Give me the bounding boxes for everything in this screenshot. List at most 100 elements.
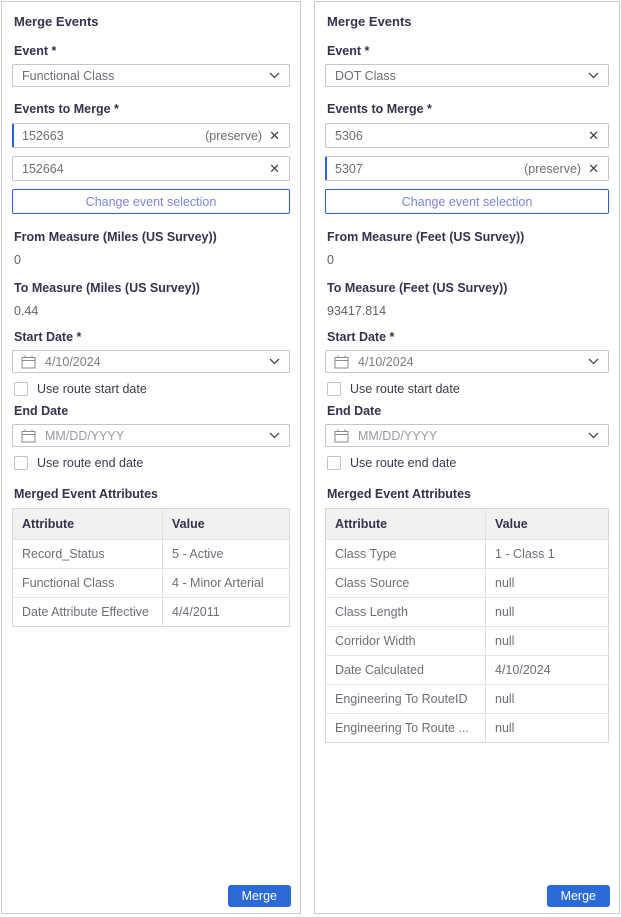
checkbox-icon[interactable]	[327, 382, 341, 396]
start-date-label: Start Date *	[327, 330, 609, 344]
value-cell: null	[486, 685, 609, 714]
chevron-down-icon	[588, 432, 599, 439]
start-date-field[interactable]: 4/10/2024	[12, 350, 290, 373]
to-measure-value: 93417.814	[327, 304, 609, 318]
events-to-merge-label: Events to Merge *	[14, 102, 290, 116]
end-date-placeholder: MM/DD/YYYY	[358, 429, 588, 443]
value-cell: null	[486, 627, 609, 656]
merged-event-attributes-table: Attribute Value Class Type 1 - Class 1 C…	[325, 508, 609, 743]
events-to-merge-label: Events to Merge *	[327, 102, 609, 116]
attribute-cell: Functional Class	[13, 569, 163, 598]
value-cell: null	[486, 598, 609, 627]
change-event-selection-button[interactable]: Change event selection	[325, 189, 609, 214]
value-cell: 4 - Minor Arterial	[163, 569, 290, 598]
use-route-end-date-label: Use route end date	[37, 456, 143, 470]
panel-title: Merge Events	[14, 14, 290, 29]
table-row: Class Source null	[326, 569, 609, 598]
merge-events-panel-right: Merge Events Event * DOT Class Events to…	[314, 1, 620, 914]
table-row: Class Type 1 - Class 1	[326, 540, 609, 569]
end-date-field[interactable]: MM/DD/YYYY	[12, 424, 290, 447]
to-measure-value: 0.44	[14, 304, 290, 318]
table-row: Date Attribute Effective 4/4/2011	[13, 598, 290, 627]
use-route-start-date-label: Use route start date	[37, 382, 147, 396]
value-column-header: Value	[486, 509, 609, 540]
checkbox-icon[interactable]	[14, 456, 28, 470]
attribute-cell: Class Length	[326, 598, 486, 627]
table-header-row: Attribute Value	[13, 509, 290, 540]
event-select-value: Functional Class	[22, 69, 114, 83]
event-to-merge-input[interactable]: 152664 ✕	[12, 156, 290, 181]
end-date-label: End Date	[14, 404, 290, 418]
preserve-tag: (preserve)	[205, 129, 262, 143]
event-id: 152663	[22, 129, 205, 143]
attribute-cell: Class Type	[326, 540, 486, 569]
attribute-column-header: Attribute	[13, 509, 163, 540]
value-cell: null	[486, 714, 609, 743]
use-route-start-date-checkbox[interactable]: Use route start date	[327, 382, 609, 396]
table-row: Record_Status 5 - Active	[13, 540, 290, 569]
start-date-value: 4/10/2024	[45, 355, 269, 369]
value-cell: 4/10/2024	[486, 656, 609, 685]
event-id: 152664	[22, 162, 269, 176]
change-event-selection-button[interactable]: Change event selection	[12, 189, 290, 214]
merge-button[interactable]: Merge	[547, 885, 610, 907]
value-column-header: Value	[163, 509, 290, 540]
merged-event-attributes-table: Attribute Value Record_Status 5 - Active…	[12, 508, 290, 627]
value-cell: null	[486, 569, 609, 598]
use-route-end-date-checkbox[interactable]: Use route end date	[14, 456, 290, 470]
value-cell: 1 - Class 1	[486, 540, 609, 569]
event-select-value: DOT Class	[335, 69, 396, 83]
event-select[interactable]: DOT Class	[325, 64, 609, 87]
close-icon[interactable]: ✕	[269, 129, 280, 142]
start-date-field[interactable]: 4/10/2024	[325, 350, 609, 373]
event-to-merge-input[interactable]: 152663 (preserve) ✕	[12, 123, 290, 148]
chevron-down-icon	[269, 432, 280, 439]
close-icon[interactable]: ✕	[588, 129, 599, 142]
merge-events-panel-left: Merge Events Event * Functional Class Ev…	[1, 1, 301, 914]
event-to-merge-input[interactable]: 5306 ✕	[325, 123, 609, 148]
attribute-column-header: Attribute	[326, 509, 486, 540]
use-route-end-date-checkbox[interactable]: Use route end date	[327, 456, 609, 470]
use-route-start-date-checkbox[interactable]: Use route start date	[14, 382, 290, 396]
event-to-merge-input[interactable]: 5307 (preserve) ✕	[325, 156, 609, 181]
close-icon[interactable]: ✕	[588, 162, 599, 175]
chevron-down-icon	[269, 358, 280, 365]
value-cell: 5 - Active	[163, 540, 290, 569]
calendar-icon	[21, 355, 36, 369]
end-date-label: End Date	[327, 404, 609, 418]
attribute-cell: Engineering To Route ...	[326, 714, 486, 743]
chevron-down-icon	[588, 358, 599, 365]
to-measure-label: To Measure (Feet (US Survey))	[327, 281, 609, 295]
attribute-cell: Record_Status	[13, 540, 163, 569]
end-date-placeholder: MM/DD/YYYY	[45, 429, 269, 443]
from-measure-value: 0	[14, 253, 290, 267]
table-row: Date Calculated 4/10/2024	[326, 656, 609, 685]
event-id: 5307	[335, 162, 524, 176]
chevron-down-icon	[269, 72, 280, 79]
merge-button[interactable]: Merge	[228, 885, 291, 907]
use-route-end-date-label: Use route end date	[350, 456, 456, 470]
checkbox-icon[interactable]	[14, 382, 28, 396]
merged-event-attributes-title: Merged Event Attributes	[14, 487, 290, 501]
table-header-row: Attribute Value	[326, 509, 609, 540]
attribute-cell: Date Calculated	[326, 656, 486, 685]
value-cell: 4/4/2011	[163, 598, 290, 627]
use-route-start-date-label: Use route start date	[350, 382, 460, 396]
event-select[interactable]: Functional Class	[12, 64, 290, 87]
merge-events-workspace: Merge Events Event * Functional Class Ev…	[0, 0, 621, 915]
table-row: Corridor Width null	[326, 627, 609, 656]
attribute-cell: Class Source	[326, 569, 486, 598]
calendar-icon	[21, 429, 36, 443]
calendar-icon	[334, 355, 349, 369]
to-measure-label: To Measure (Miles (US Survey))	[14, 281, 290, 295]
attribute-cell: Corridor Width	[326, 627, 486, 656]
calendar-icon	[334, 429, 349, 443]
close-icon[interactable]: ✕	[269, 162, 280, 175]
table-row: Engineering To Route ... null	[326, 714, 609, 743]
event-label: Event *	[14, 44, 290, 58]
checkbox-icon[interactable]	[327, 456, 341, 470]
table-row: Class Length null	[326, 598, 609, 627]
start-date-value: 4/10/2024	[358, 355, 588, 369]
merged-event-attributes-title: Merged Event Attributes	[327, 487, 609, 501]
end-date-field[interactable]: MM/DD/YYYY	[325, 424, 609, 447]
